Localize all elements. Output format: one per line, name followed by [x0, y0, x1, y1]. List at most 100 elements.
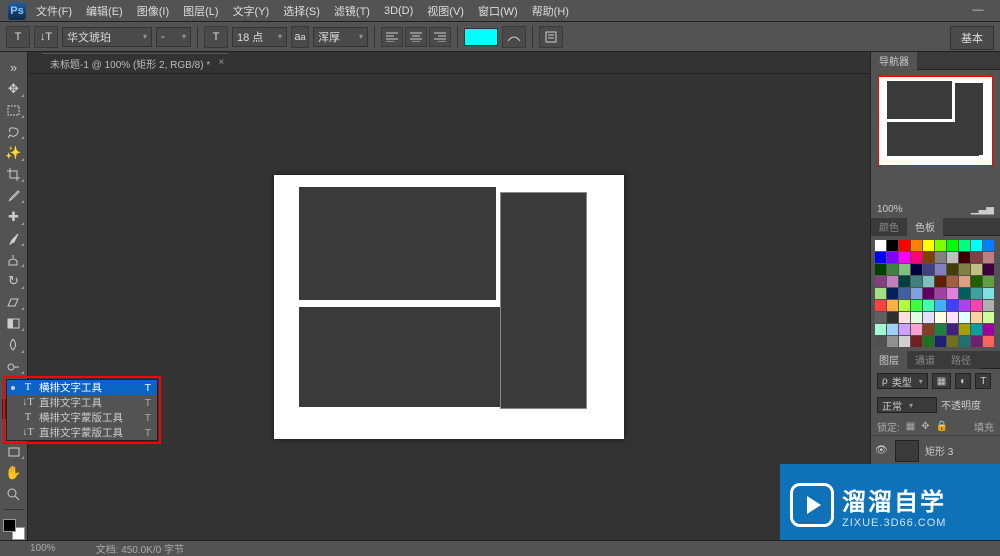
menu-type[interactable]: 文字(Y)	[233, 3, 270, 19]
swatch[interactable]	[887, 324, 898, 335]
clone-stamp-tool[interactable]	[2, 250, 26, 269]
color-tab[interactable]: 颜色	[871, 218, 907, 236]
tool-tab-icon[interactable]: »	[2, 58, 26, 77]
lock-all-icon[interactable]: 🔒	[936, 421, 948, 432]
swatch[interactable]	[875, 276, 886, 287]
layer-row-rect3[interactable]: 👁 矩形 3	[871, 435, 1000, 465]
swatch[interactable]	[887, 300, 898, 311]
swatch[interactable]	[935, 288, 946, 299]
swatch[interactable]	[887, 312, 898, 323]
swatch[interactable]	[983, 276, 994, 287]
swatch[interactable]	[947, 336, 958, 347]
filter-pixel-icon[interactable]: ▦	[932, 373, 951, 389]
menu-view[interactable]: 视图(V)	[427, 3, 464, 19]
swatch[interactable]	[959, 240, 970, 251]
swatch[interactable]	[899, 264, 910, 275]
swatch[interactable]	[923, 288, 934, 299]
swatch[interactable]	[971, 240, 982, 251]
swatch[interactable]	[875, 300, 886, 311]
minimize-button[interactable]: —	[968, 4, 988, 18]
swatch[interactable]	[935, 240, 946, 251]
swatch[interactable]	[923, 300, 934, 311]
align-left-button[interactable]	[381, 27, 403, 47]
menu-filter[interactable]: 滤镜(T)	[334, 3, 370, 19]
swatch[interactable]	[887, 264, 898, 275]
swatch[interactable]	[923, 276, 934, 287]
swatch[interactable]	[947, 264, 958, 275]
swatch[interactable]	[947, 252, 958, 263]
flyout-horizontal-type[interactable]: T 横排文字工具 T	[7, 380, 157, 395]
swatch[interactable]	[947, 276, 958, 287]
swatch[interactable]	[935, 312, 946, 323]
swatch[interactable]	[887, 276, 898, 287]
channels-tab[interactable]: 通道	[907, 351, 943, 369]
document-tab[interactable]: 未标题-1 @ 100% (矩形 2, RGB/8) * ×	[42, 53, 228, 73]
swatch[interactable]	[971, 324, 982, 335]
flyout-horizontal-type-mask[interactable]: T 横排文字蒙版工具 T	[7, 410, 157, 425]
paths-tab[interactable]: 路径	[943, 351, 979, 369]
menu-edit[interactable]: 编辑(E)	[86, 3, 123, 19]
swatch[interactable]	[923, 324, 934, 335]
swatch[interactable]	[959, 288, 970, 299]
swatch[interactable]	[947, 288, 958, 299]
status-doc-info[interactable]: 文档: 450.0K/0 字节	[96, 541, 184, 556]
menu-help[interactable]: 帮助(H)	[532, 3, 569, 19]
swatch[interactable]	[923, 252, 934, 263]
swatch[interactable]	[935, 336, 946, 347]
filter-adjust-icon[interactable]: ◐	[955, 373, 971, 389]
layer-name[interactable]: 矩形 3	[925, 443, 953, 458]
swatch[interactable]	[947, 312, 958, 323]
foreground-background-colors[interactable]	[3, 519, 25, 540]
antialias-select[interactable]: 浑厚	[313, 27, 368, 47]
swatch[interactable]	[899, 336, 910, 347]
navigator-tab[interactable]: 导航器	[871, 52, 1000, 70]
swatch[interactable]	[971, 288, 982, 299]
marquee-tool[interactable]	[2, 101, 26, 120]
swatch[interactable]	[971, 252, 982, 263]
font-style-select[interactable]: -	[156, 27, 191, 47]
swatch[interactable]	[911, 336, 922, 347]
swatch[interactable]	[959, 264, 970, 275]
lock-pixels-icon[interactable]: ▦	[906, 421, 915, 432]
character-panel-icon[interactable]	[539, 26, 563, 48]
blur-tool[interactable]	[2, 335, 26, 354]
swatch[interactable]	[935, 300, 946, 311]
swatch[interactable]	[911, 300, 922, 311]
swatch[interactable]	[983, 240, 994, 251]
healing-brush-tool[interactable]: ✚	[2, 207, 26, 226]
font-family-select[interactable]: 华文琥珀	[62, 27, 152, 47]
swatch[interactable]	[947, 324, 958, 335]
gradient-tool[interactable]	[2, 314, 26, 333]
dodge-tool[interactable]	[2, 357, 26, 376]
swatch[interactable]	[923, 240, 934, 251]
close-tab-icon[interactable]: ×	[218, 57, 224, 68]
hand-tool[interactable]: ✋	[2, 463, 26, 482]
swatch[interactable]	[935, 276, 946, 287]
swatch[interactable]	[983, 288, 994, 299]
flyout-vertical-type[interactable]: ↓T 直排文字工具 T	[7, 395, 157, 410]
swatch[interactable]	[875, 288, 886, 299]
zoom-slider-icon[interactable]: ▁▃▅	[971, 204, 994, 215]
swatch[interactable]	[899, 252, 910, 263]
swatch[interactable]	[899, 300, 910, 311]
zoom-value[interactable]: 100%	[877, 204, 903, 215]
swatch[interactable]	[983, 324, 994, 335]
swatch[interactable]	[971, 312, 982, 323]
menu-image[interactable]: 图像(I)	[137, 3, 169, 19]
text-color-swatch[interactable]	[464, 28, 498, 46]
swatch[interactable]	[887, 240, 898, 251]
swatch[interactable]	[911, 276, 922, 287]
foreground-color[interactable]	[3, 519, 16, 532]
workspace-basic-button[interactable]: 基本	[950, 26, 994, 50]
swatch[interactable]	[923, 336, 934, 347]
swatch[interactable]	[983, 300, 994, 311]
menu-layer[interactable]: 图层(L)	[183, 3, 218, 19]
swatch[interactable]	[983, 312, 994, 323]
swatch[interactable]	[875, 252, 886, 263]
blend-mode-select[interactable]: 正常	[877, 397, 937, 413]
swatch[interactable]	[935, 252, 946, 263]
eraser-tool[interactable]	[2, 293, 26, 312]
swatch[interactable]	[947, 300, 958, 311]
lasso-tool[interactable]	[2, 122, 26, 141]
menu-select[interactable]: 选择(S)	[283, 3, 320, 19]
